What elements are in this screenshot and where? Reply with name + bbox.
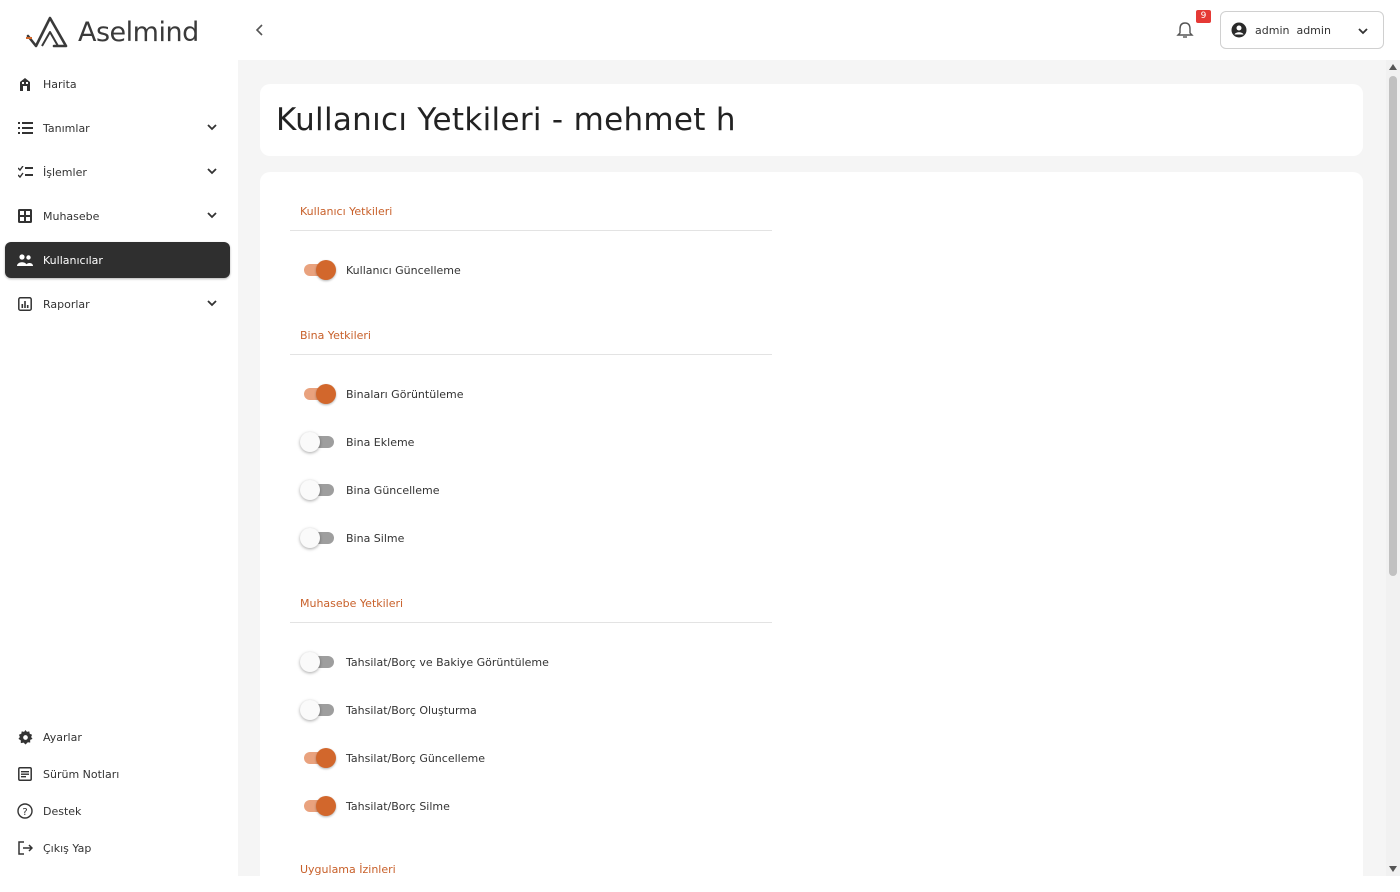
section-title: Kullanıcı Yetkileri	[300, 205, 393, 218]
scroll-up-arrow-icon[interactable]	[1389, 64, 1397, 70]
permission-row[interactable]: Bina Güncelleme	[300, 478, 439, 502]
logo[interactable]: Aselmind	[24, 8, 199, 56]
notifications-button[interactable]	[1175, 20, 1195, 40]
grid-icon	[17, 208, 33, 224]
permission-label: Tahsilat/Borç ve Bakiye Görüntüleme	[346, 655, 549, 669]
checklist-icon	[17, 164, 33, 180]
scroll-down-arrow-icon[interactable]	[1389, 866, 1397, 872]
sidebar-bottom-nav: Ayarlar Sürüm Notları ? Destek Çıkış Yap	[5, 722, 230, 870]
sidebar-item-ayarlar[interactable]: Ayarlar	[5, 722, 230, 752]
chevron-left-icon	[255, 24, 263, 36]
sidebar-nav: Harita Tanımlar İşlemler Muhasebe Kullan…	[5, 66, 230, 330]
sidebar-item-label: Destek	[43, 804, 82, 818]
permission-label: Binaları Görüntüleme	[346, 387, 464, 401]
permission-label: Bina Ekleme	[346, 435, 415, 449]
permission-row[interactable]: Tahsilat/Borç ve Bakiye Görüntüleme	[300, 650, 549, 674]
sidebar-item-label: İşlemler	[43, 165, 87, 179]
main-content: Kullanıcı Yetkileri - mehmet h Kullanıcı…	[238, 60, 1386, 892]
permission-label: Bina Güncelleme	[346, 483, 440, 497]
sidebar-item-label: Harita	[43, 77, 77, 91]
section-divider	[290, 354, 772, 355]
sidebar-item-destek[interactable]: ? Destek	[5, 796, 230, 826]
section-uygulama-izinleri: Uygulama İzinleri	[290, 856, 772, 884]
help-icon: ?	[17, 803, 33, 819]
permission-toggle[interactable]	[300, 260, 336, 280]
section-divider	[290, 230, 772, 231]
sidebar-item-label: Tanımlar	[43, 121, 90, 135]
chevron-down-icon	[1358, 28, 1368, 35]
section-title: Bina Yetkileri	[300, 329, 371, 342]
permission-toggle[interactable]	[300, 432, 336, 452]
permission-toggle[interactable]	[300, 700, 336, 720]
bell-icon	[1176, 22, 1194, 38]
notes-icon	[17, 766, 33, 782]
sidebar: Aselmind Harita Tanımlar İşlemler Muhase…	[0, 0, 238, 876]
section-muhasebe-yetkileri: Muhasebe Yetkileri	[290, 590, 772, 623]
permission-row[interactable]: Binaları Görüntüleme	[300, 382, 464, 406]
permission-row[interactable]: Kullanıcı Güncelleme	[300, 258, 461, 282]
sidebar-item-surum-notlari[interactable]: Sürüm Notları	[5, 759, 230, 789]
page-title-card: Kullanıcı Yetkileri - mehmet h	[260, 84, 1363, 156]
list-icon	[17, 120, 33, 136]
users-icon	[17, 252, 33, 268]
permission-row[interactable]: Bina Ekleme	[300, 430, 414, 454]
section-title: Uygulama İzinleri	[300, 863, 396, 876]
permission-toggle[interactable]	[300, 384, 336, 404]
section-title: Muhasebe Yetkileri	[300, 597, 404, 610]
gear-icon	[17, 729, 33, 745]
sidebar-item-raporlar[interactable]: Raporlar	[5, 286, 230, 322]
sidebar-item-cikis-yap[interactable]: Çıkış Yap	[5, 833, 230, 863]
permission-toggle[interactable]	[300, 796, 336, 816]
permission-toggle[interactable]	[300, 480, 336, 500]
user-menu-button[interactable]: admin admin	[1220, 11, 1384, 49]
logo-mark-icon	[26, 16, 68, 48]
section-bina-yetkileri: Bina Yetkileri	[290, 322, 772, 355]
page-title: Kullanıcı Yetkileri - mehmet h	[276, 102, 736, 138]
sidebar-item-label: Çıkış Yap	[43, 841, 92, 855]
sidebar-item-label: Ayarlar	[43, 730, 82, 744]
permission-label: Tahsilat/Borç Oluşturma	[346, 703, 477, 717]
sidebar-item-muhasebe[interactable]: Muhasebe	[5, 198, 230, 234]
permission-row[interactable]: Tahsilat/Borç Oluşturma	[300, 698, 477, 722]
permission-row[interactable]: Tahsilat/Borç Güncelleme	[300, 746, 485, 770]
sidebar-item-kullanicilar[interactable]: Kullanıcılar	[5, 242, 230, 278]
permission-label: Tahsilat/Borç Silme	[346, 799, 450, 813]
sidebar-collapse-button[interactable]	[252, 20, 268, 40]
permissions-card: Kullanıcı Yetkileri Kullanıcı Güncelleme…	[260, 172, 1363, 892]
chevron-down-icon	[207, 124, 217, 131]
permission-toggle[interactable]	[300, 748, 336, 768]
sidebar-item-tanimlar[interactable]: Tanımlar	[5, 110, 230, 146]
permission-label: Kullanıcı Güncelleme	[346, 263, 461, 277]
sidebar-item-harita[interactable]: Harita	[5, 66, 230, 102]
notification-badge: 9	[1196, 10, 1211, 23]
permission-row[interactable]: Tahsilat/Borç Silme	[300, 794, 450, 818]
sidebar-item-islemler[interactable]: İşlemler	[5, 154, 230, 190]
svg-text:?: ?	[22, 807, 27, 818]
sidebar-item-label: Kullanıcılar	[43, 253, 103, 267]
chevron-down-icon	[207, 168, 217, 175]
chevron-down-icon	[207, 212, 217, 219]
permission-toggle[interactable]	[300, 528, 336, 548]
page-scrollbar[interactable]	[1386, 60, 1400, 876]
logout-icon	[17, 840, 33, 856]
section-kullanici-yetkileri: Kullanıcı Yetkileri	[290, 198, 772, 231]
sidebar-item-label: Sürüm Notları	[43, 767, 120, 781]
account-circle-icon	[1231, 22, 1247, 38]
sidebar-item-label: Muhasebe	[43, 209, 100, 223]
report-icon	[17, 296, 33, 312]
user-name-label: admin admin	[1255, 23, 1331, 37]
scrollbar-thumb[interactable]	[1389, 76, 1397, 576]
permission-label: Tahsilat/Borç Güncelleme	[346, 751, 485, 765]
permission-row[interactable]: Bina Silme	[300, 526, 404, 550]
sidebar-item-label: Raporlar	[43, 297, 90, 311]
logo-text: Aselmind	[78, 16, 199, 48]
section-divider	[290, 622, 772, 623]
permission-label: Bina Silme	[346, 531, 405, 545]
permission-toggle[interactable]	[300, 652, 336, 672]
chevron-down-icon	[207, 300, 217, 307]
building-icon	[17, 76, 33, 92]
